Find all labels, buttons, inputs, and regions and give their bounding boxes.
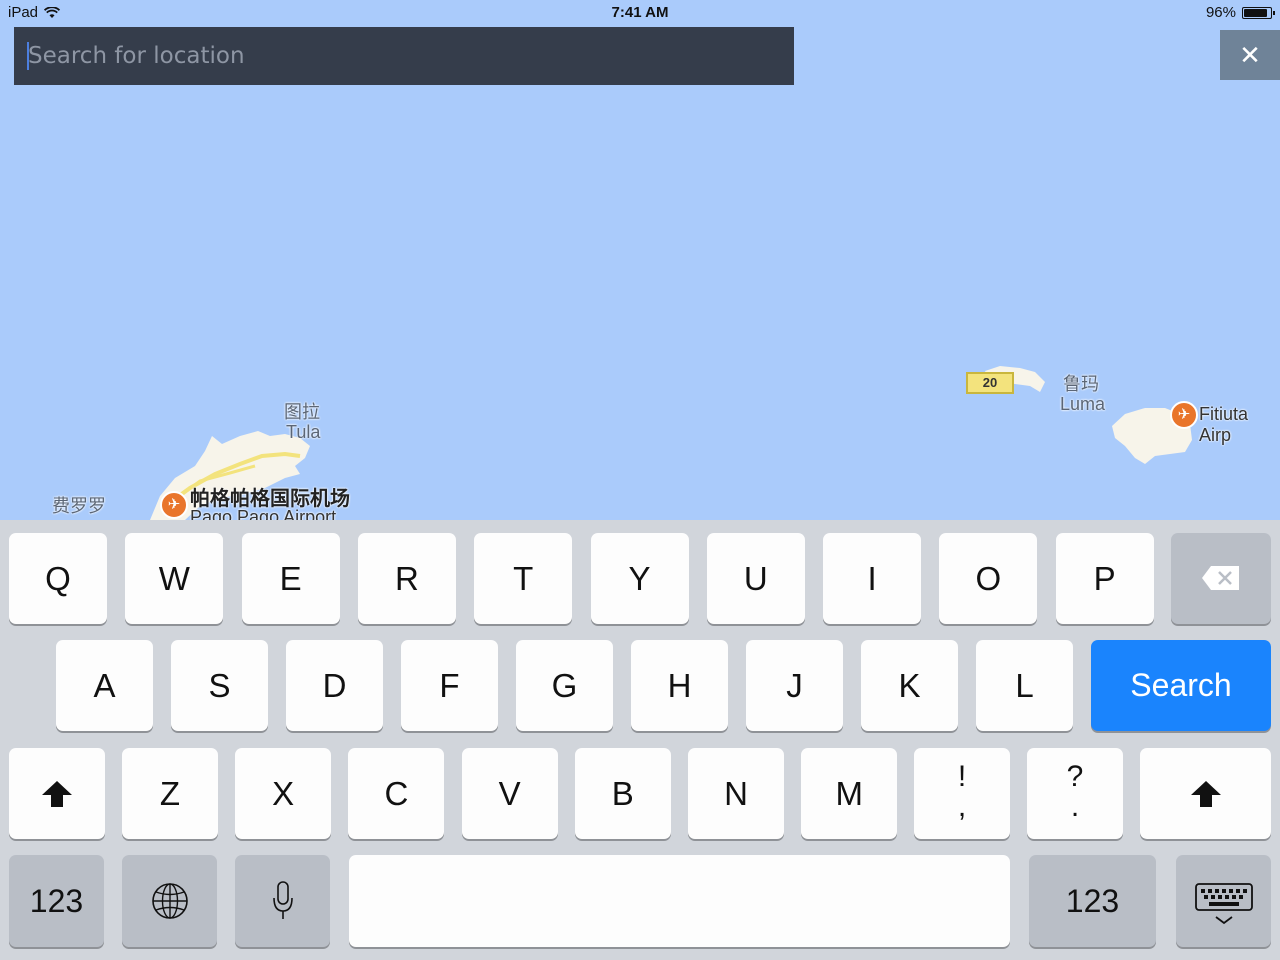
key-c[interactable]: C xyxy=(348,748,445,839)
map-label-pago-airport-en[interactable]: Pago Pago Airport xyxy=(190,507,336,520)
key-e[interactable]: E xyxy=(241,533,340,624)
map-land-shapes xyxy=(150,366,1192,520)
search-bar xyxy=(14,27,794,85)
map-label-fitiuta-airport[interactable]: Fitiuta Airp xyxy=(1199,404,1280,446)
shift-icon xyxy=(1190,781,1221,807)
shift-key-left[interactable] xyxy=(9,748,105,839)
key-l[interactable]: L xyxy=(976,640,1073,731)
hide-keyboard-key[interactable] xyxy=(1176,855,1271,947)
key-r[interactable]: R xyxy=(357,533,456,624)
key-z[interactable]: Z xyxy=(122,748,218,839)
road-shield-20: 20 xyxy=(966,372,1014,394)
status-time: 7:41 AM xyxy=(611,4,669,21)
text-caret xyxy=(27,42,29,70)
key-b[interactable]: B xyxy=(574,748,671,839)
key-x[interactable]: X xyxy=(235,748,332,839)
key-n[interactable]: N xyxy=(688,748,784,839)
key-p[interactable]: P xyxy=(1055,533,1154,624)
key-q[interactable]: Q xyxy=(9,533,107,624)
key-exclam-comma[interactable]: !, xyxy=(914,748,1010,839)
keyboard-hide-icon xyxy=(1194,883,1253,925)
map-view[interactable]: 图拉 Tula 鲁玛 Luma 费罗罗 20 ✈ 帕格帕格国际机场 Pago P… xyxy=(0,26,1280,520)
shift-key-right[interactable] xyxy=(1140,748,1271,839)
battery-fill xyxy=(1244,8,1267,17)
key-m[interactable]: M xyxy=(801,748,898,839)
search-input[interactable] xyxy=(28,27,768,85)
key-o[interactable]: O xyxy=(939,533,1038,624)
key-v[interactable]: V xyxy=(461,748,558,839)
key-question-period[interactable]: ?. xyxy=(1027,748,1123,839)
onscreen-keyboard: Q W E R T Y U I O P A S D F G H J K L Search Z X C V B N M!,?. 123 1… xyxy=(0,520,1280,960)
shift-icon xyxy=(42,781,72,807)
space-key[interactable] xyxy=(349,855,1010,947)
battery-percent: 96% xyxy=(1205,4,1236,21)
key-f[interactable]: F xyxy=(401,640,498,731)
globe-key[interactable] xyxy=(122,855,217,947)
battery-icon xyxy=(1242,6,1275,19)
key-g[interactable]: G xyxy=(516,640,613,731)
airport-icon-pago[interactable]: ✈ xyxy=(160,491,188,519)
key-s[interactable]: S xyxy=(171,640,268,731)
key-k[interactable]: K xyxy=(861,640,958,731)
numbers-key-right[interactable]: 123 xyxy=(1029,855,1156,947)
key-w[interactable]: W xyxy=(125,533,224,624)
key-u[interactable]: U xyxy=(706,533,805,624)
globe-icon xyxy=(151,883,188,919)
microphone-key[interactable] xyxy=(235,855,330,947)
key-y[interactable]: Y xyxy=(590,533,689,624)
key-d[interactable]: D xyxy=(286,640,383,731)
map-label-tula-cn: 图拉 xyxy=(284,402,320,422)
map-label-luma-en: Luma xyxy=(1060,394,1106,414)
key-h[interactable]: H xyxy=(631,640,728,731)
key-exclam-comma-top: ! xyxy=(957,760,967,793)
key-j[interactable]: J xyxy=(746,640,843,731)
close-button[interactable]: ✕ xyxy=(1220,30,1280,80)
map-label-luma-cn: 鲁玛 xyxy=(1063,374,1099,394)
status-bar: iPad 7:41 AM 96% xyxy=(0,0,1280,26)
airport-icon-fitiuta[interactable]: ✈ xyxy=(1170,401,1198,429)
backspace-key[interactable] xyxy=(1171,533,1271,624)
key-exclam-comma-bottom: , xyxy=(957,790,967,823)
key-t[interactable]: T xyxy=(474,533,573,624)
microphone-icon xyxy=(272,881,293,919)
backspace-icon xyxy=(1202,566,1239,590)
map-label-feiluoluo-cn: 费罗罗 xyxy=(52,496,106,516)
key-question-period-bottom: . xyxy=(1070,790,1080,823)
key-i[interactable]: I xyxy=(823,533,922,624)
key-a[interactable]: A xyxy=(56,640,153,731)
key-question-period-top: ? xyxy=(1066,760,1084,793)
map-label-tula-en: Tula xyxy=(286,422,321,442)
search-key[interactable]: Search xyxy=(1091,640,1271,731)
numbers-key-left[interactable]: 123 xyxy=(9,855,104,947)
status-right: 96% xyxy=(1205,4,1275,21)
